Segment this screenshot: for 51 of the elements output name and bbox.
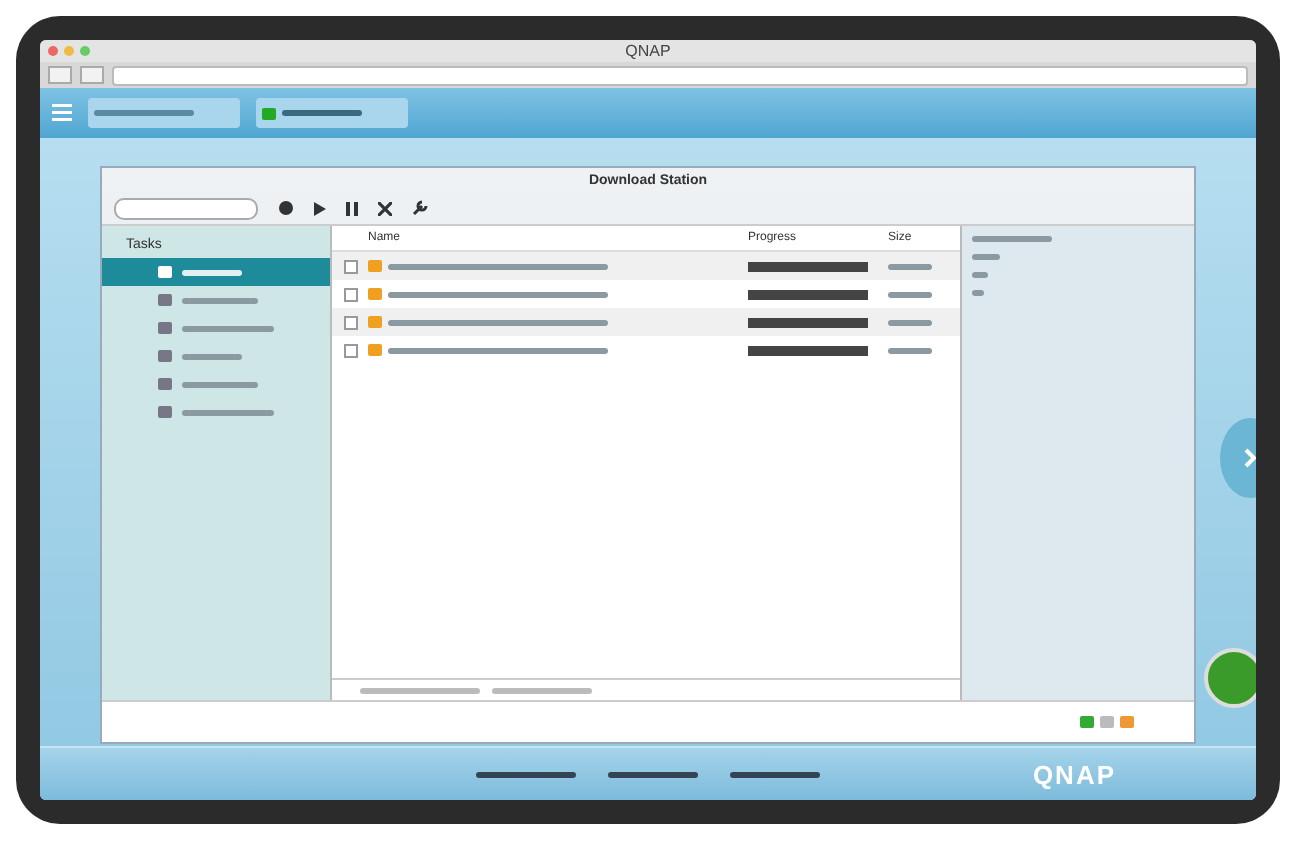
item-icon	[158, 322, 172, 334]
blurred-text	[182, 269, 242, 275]
logo: QNAP	[1032, 759, 1116, 789]
file-icon	[368, 316, 382, 328]
blurred-text	[360, 687, 480, 693]
blurred-text	[888, 347, 932, 353]
checkbox[interactable]	[344, 343, 358, 357]
blurred-text	[182, 325, 274, 331]
pause-icon[interactable]	[346, 201, 358, 215]
sidebar-item[interactable]	[102, 258, 330, 286]
blurred-text	[492, 687, 592, 693]
item-icon	[158, 266, 172, 278]
menu-icon[interactable]	[52, 104, 72, 122]
search-field[interactable]	[114, 197, 258, 219]
blurred-text	[972, 236, 1052, 242]
app-tab[interactable]	[88, 98, 240, 128]
file-icon	[368, 260, 382, 272]
item-icon	[158, 378, 172, 390]
item-icon	[158, 350, 172, 362]
blurred-text	[94, 110, 194, 116]
blurred-text	[888, 263, 932, 269]
item-icon	[158, 406, 172, 418]
blurred-text	[182, 409, 274, 415]
blurred-text	[182, 297, 258, 303]
blurred-text	[730, 771, 820, 777]
task-row[interactable]	[332, 252, 960, 280]
app-tab[interactable]	[256, 98, 408, 128]
blurred-text	[608, 771, 698, 777]
play-icon[interactable]	[314, 201, 326, 215]
address-field[interactable]	[112, 65, 1248, 85]
file-icon	[368, 288, 382, 300]
blurred-text	[182, 353, 242, 359]
browser-title: QNAP	[625, 42, 671, 60]
blurred-text	[182, 381, 258, 387]
blurred-text	[888, 319, 932, 325]
blurred-text	[476, 771, 576, 777]
forward-button[interactable]	[80, 66, 104, 84]
checkbox[interactable]	[344, 287, 358, 301]
wrench-icon[interactable]	[412, 200, 428, 216]
item-icon	[158, 294, 172, 306]
task-row[interactable]	[332, 308, 960, 336]
blurred-text	[972, 254, 1000, 260]
file-icon	[368, 344, 382, 356]
checkbox[interactable]	[344, 259, 358, 273]
checkbox[interactable]	[344, 315, 358, 329]
blurred-text	[888, 291, 932, 297]
close-icon[interactable]	[378, 201, 392, 215]
blurred-text	[282, 110, 362, 116]
chevron-right-icon	[1244, 448, 1256, 468]
back-button[interactable]	[48, 66, 72, 84]
app-icon	[262, 107, 276, 119]
